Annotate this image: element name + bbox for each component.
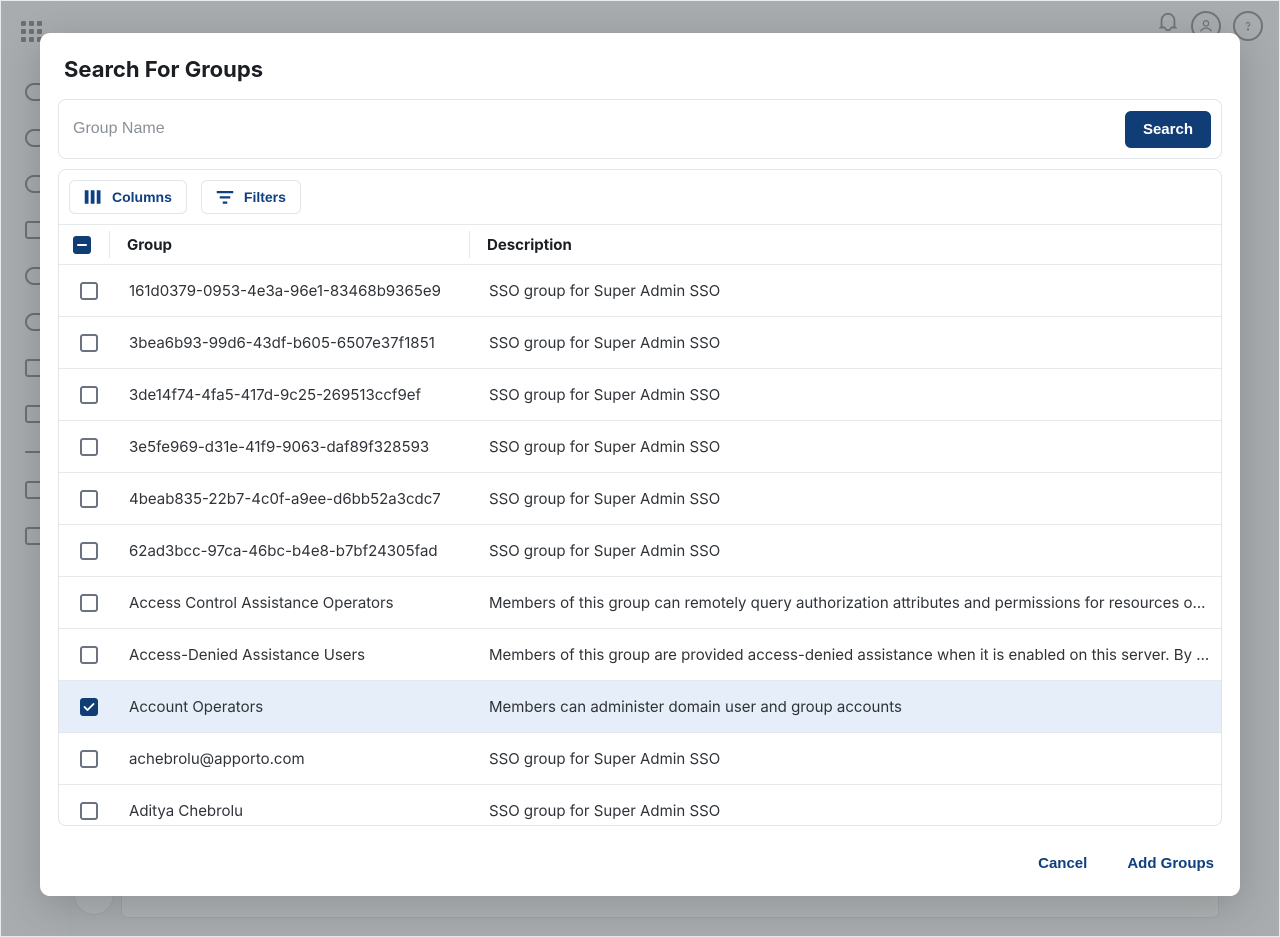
table-row[interactable]: Access Control Assistance OperatorsMembe…: [59, 577, 1221, 629]
checkbox-icon: [80, 802, 98, 820]
table-toolbar: Columns Filters: [59, 170, 1221, 224]
cell-group: 161d0379-0953-4e3a-96e1-83468b9365e9: [119, 281, 479, 300]
add-groups-button[interactable]: Add Groups: [1121, 849, 1220, 878]
row-checkbox[interactable]: [59, 750, 119, 768]
row-checkbox[interactable]: [59, 386, 119, 404]
cell-group: Aditya Chebrolu: [119, 801, 479, 820]
app-shell: Search For Groups Search: [0, 0, 1280, 937]
cell-description: SSO group for Super Admin SSO: [479, 333, 1221, 352]
table-row[interactable]: achebrolu@apporto.comSSO group for Super…: [59, 733, 1221, 785]
cell-group: 3de14f74-4fa5-417d-9c25-269513ccf9ef: [119, 385, 479, 404]
filters-button-label: Filters: [244, 189, 286, 205]
cell-description: SSO group for Super Admin SSO: [479, 541, 1221, 560]
column-header-description[interactable]: Description: [479, 235, 1221, 254]
cell-description: SSO group for Super Admin SSO: [479, 281, 1221, 300]
cell-description: SSO group for Super Admin SSO: [479, 749, 1221, 768]
checkbox-icon: [80, 282, 98, 300]
cell-description: SSO group for Super Admin SSO: [479, 801, 1221, 820]
row-checkbox[interactable]: [59, 334, 119, 352]
columns-button-label: Columns: [112, 189, 172, 205]
row-checkbox[interactable]: [59, 698, 119, 716]
table-row[interactable]: Account OperatorsMembers can administer …: [59, 681, 1221, 733]
table-row[interactable]: 4beab835-22b7-4c0f-a9ee-d6bb52a3cdc7SSO …: [59, 473, 1221, 525]
row-checkbox[interactable]: [59, 438, 119, 456]
cell-description: SSO group for Super Admin SSO: [479, 437, 1221, 456]
cancel-button[interactable]: Cancel: [1032, 849, 1093, 878]
table-row[interactable]: 3de14f74-4fa5-417d-9c25-269513ccf9efSSO …: [59, 369, 1221, 421]
table-row[interactable]: 161d0379-0953-4e3a-96e1-83468b9365e9SSO …: [59, 265, 1221, 317]
filter-icon: [216, 190, 234, 204]
table-body: 161d0379-0953-4e3a-96e1-83468b9365e9SSO …: [59, 265, 1221, 825]
modal-footer: Cancel Add Groups: [40, 834, 1240, 896]
indeterminate-icon: [73, 236, 91, 254]
table-row[interactable]: Access-Denied Assistance UsersMembers of…: [59, 629, 1221, 681]
table-row[interactable]: 3bea6b93-99d6-43df-b605-6507e37f1851SSO …: [59, 317, 1221, 369]
cell-group: 3e5fe969-d31e-41f9-9063-daf89f328593: [119, 437, 479, 456]
checkbox-icon: [80, 594, 98, 612]
groups-table: Columns Filters: [58, 169, 1222, 826]
row-checkbox[interactable]: [59, 594, 119, 612]
columns-button[interactable]: Columns: [69, 180, 187, 214]
filters-button[interactable]: Filters: [201, 180, 301, 214]
checkbox-icon: [80, 490, 98, 508]
search-groups-modal: Search For Groups Search: [40, 33, 1240, 896]
row-checkbox[interactable]: [59, 542, 119, 560]
row-checkbox[interactable]: [59, 282, 119, 300]
table-row[interactable]: 62ad3bcc-97ca-46bc-b4e8-b7bf24305fadSSO …: [59, 525, 1221, 577]
row-checkbox[interactable]: [59, 646, 119, 664]
cell-group: Access Control Assistance Operators: [119, 593, 479, 612]
table-header-row: Group Description: [59, 224, 1221, 265]
cell-description: Members of this group can remotely query…: [479, 593, 1221, 612]
select-all-checkbox[interactable]: [59, 236, 119, 254]
modal-title: Search For Groups: [64, 57, 1216, 83]
columns-icon: [84, 189, 102, 205]
cell-group: Access-Denied Assistance Users: [119, 645, 479, 664]
checkbox-icon: [80, 386, 98, 404]
cell-group: 3bea6b93-99d6-43df-b605-6507e37f1851: [119, 333, 479, 352]
row-checkbox[interactable]: [59, 802, 119, 820]
modal-overlay: Search For Groups Search: [1, 1, 1279, 936]
cell-description: SSO group for Super Admin SSO: [479, 489, 1221, 508]
modal-body: Search Columns: [40, 91, 1240, 834]
checkbox-icon: [80, 438, 98, 456]
search-card: Search: [58, 99, 1222, 159]
table-row[interactable]: Aditya ChebroluSSO group for Super Admin…: [59, 785, 1221, 825]
cell-group: achebrolu@apporto.com: [119, 749, 479, 768]
search-button[interactable]: Search: [1125, 111, 1211, 148]
cell-description: Members of this group are provided acces…: [479, 645, 1221, 664]
modal-header: Search For Groups: [40, 33, 1240, 91]
cell-description: SSO group for Super Admin SSO: [479, 385, 1221, 404]
cell-group: Account Operators: [119, 697, 479, 716]
row-checkbox[interactable]: [59, 490, 119, 508]
cell-description: Members can administer domain user and g…: [479, 697, 1221, 716]
checkbox-icon: [80, 698, 98, 716]
checkbox-icon: [80, 646, 98, 664]
cell-group: 4beab835-22b7-4c0f-a9ee-d6bb52a3cdc7: [119, 489, 479, 508]
group-name-input[interactable]: [69, 110, 1113, 148]
checkbox-icon: [80, 542, 98, 560]
checkbox-icon: [80, 334, 98, 352]
cell-group: 62ad3bcc-97ca-46bc-b4e8-b7bf24305fad: [119, 541, 479, 560]
checkbox-icon: [80, 750, 98, 768]
column-header-group[interactable]: Group: [119, 235, 479, 254]
table-row[interactable]: 3e5fe969-d31e-41f9-9063-daf89f328593SSO …: [59, 421, 1221, 473]
